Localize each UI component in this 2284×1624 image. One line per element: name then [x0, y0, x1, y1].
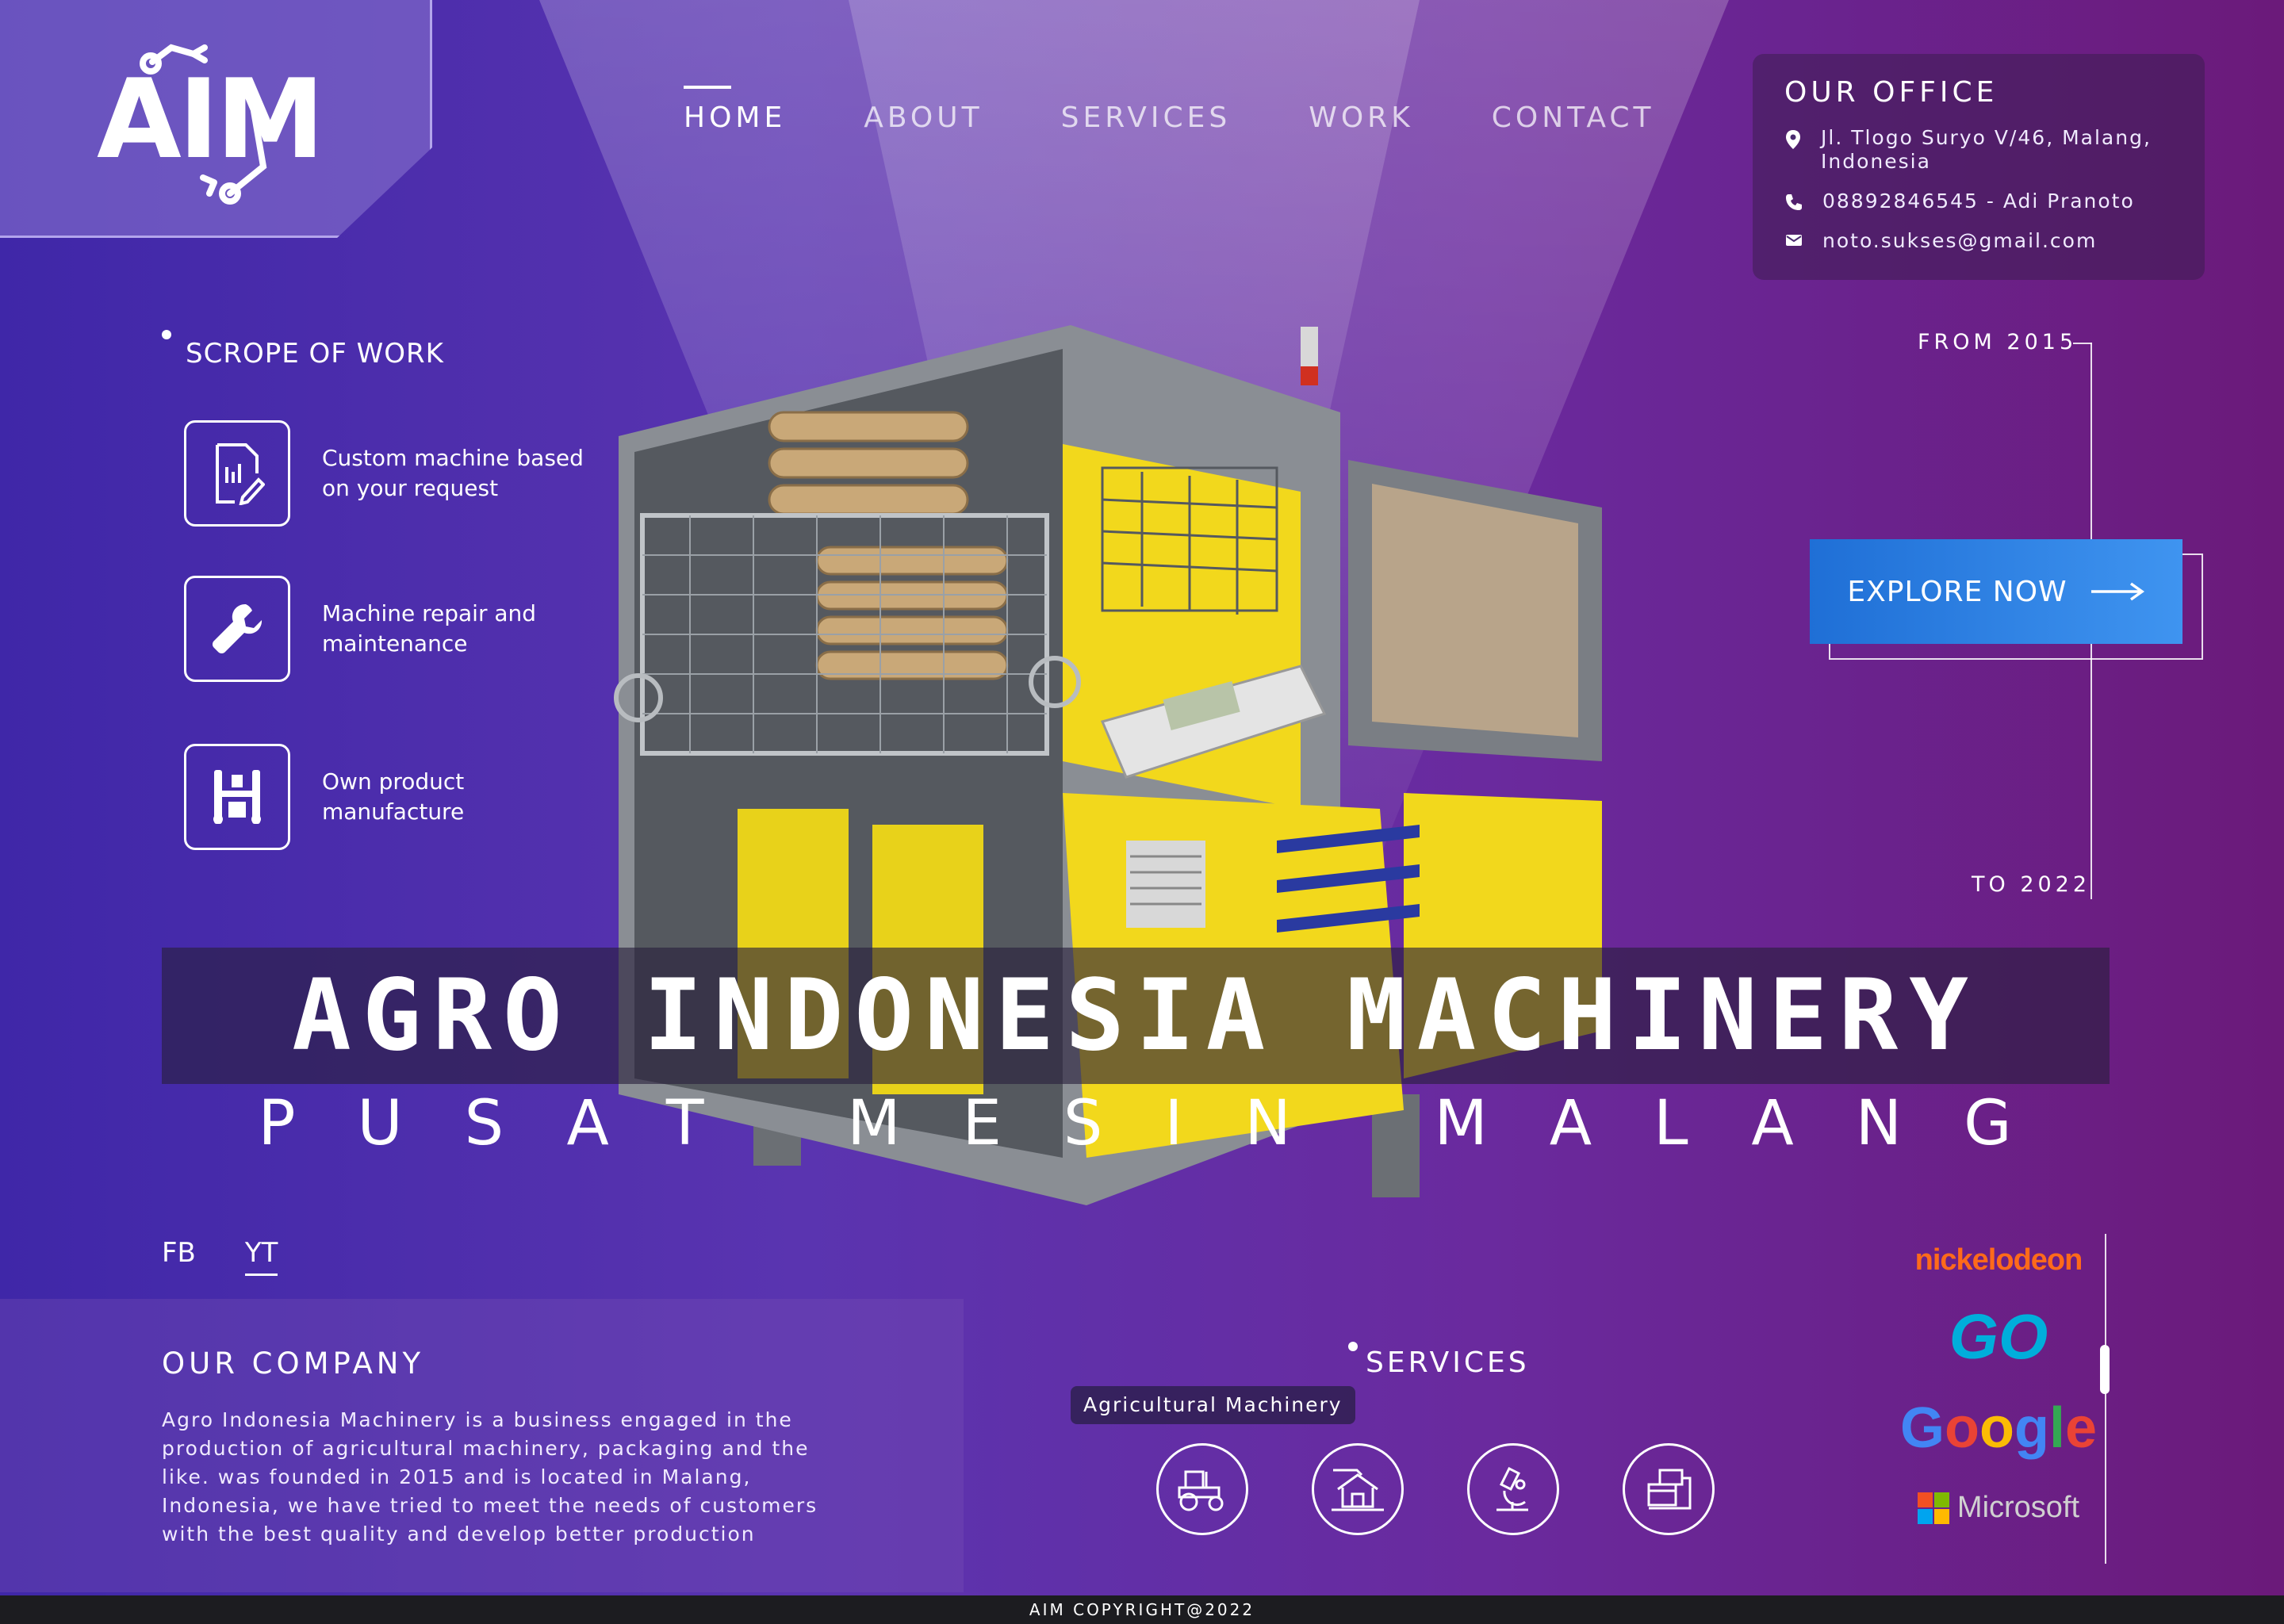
services-title: SERVICES	[1366, 1346, 1530, 1379]
office-phone-row: 08892846545 - Adi Pranoto	[1784, 190, 2173, 213]
microsoft-windows-icon	[1917, 1492, 1949, 1524]
hero-headline: AGRO INDONESIA MACHINERY	[292, 959, 1979, 1073]
office-address: Jl. Tlogo Suryo V/46, Malang, Indonesia	[1821, 126, 2152, 173]
company-description: Agro Indonesia Machinery is a business e…	[162, 1408, 818, 1545]
nav-about[interactable]: ABOUT	[864, 102, 983, 134]
nickelodeon-logo: nickelodeon	[1914, 1243, 2083, 1277]
partners-scroll-track	[2105, 1234, 2106, 1564]
nav-services[interactable]: SERVICES	[1061, 102, 1232, 134]
location-pin-icon	[1786, 130, 1800, 149]
main-nav: HOME ABOUT SERVICES WORK CONTACT	[684, 86, 1655, 134]
facebook-link[interactable]: FB	[162, 1237, 196, 1276]
logo-panel[interactable]: AIM	[0, 0, 432, 238]
microsoft-logo: Microsoft	[1887, 1491, 2110, 1525]
tractor-icon[interactable]	[1156, 1443, 1248, 1535]
services-tooltip: Agricultural Machinery	[1071, 1386, 1355, 1424]
logo-text: AIM	[97, 56, 324, 183]
office-email[interactable]: noto.sukses@gmail.com	[1822, 229, 2097, 253]
timeline-to: TO 2022	[1972, 872, 2091, 897]
office-title: OUR OFFICE	[1784, 76, 1998, 109]
factory-icon	[184, 744, 290, 850]
go-logo: GO	[1949, 1301, 2048, 1372]
social-links: FB YT	[162, 1237, 278, 1276]
scope-item-custom-machine[interactable]: Custom machine based on your request	[184, 420, 592, 527]
scope-item-manufacture[interactable]: Own product manufacture	[184, 744, 592, 850]
phone-icon	[1786, 194, 1802, 210]
scope-label: Own product manufacture	[322, 768, 465, 825]
page: AIM HOME ABOUT SERVICES WORK CONTACT OUR…	[0, 0, 2284, 1624]
company-title: OUR COMPANY	[162, 1346, 425, 1381]
microsoft-wordmark: Microsoft	[1956, 1491, 2080, 1524]
company-panel: OUR COMPANY Agro Indonesia Machinery is …	[0, 1299, 964, 1592]
hero-subline: PUSAT MESIN MALANG	[258, 1088, 2074, 1159]
explore-now-label: EXPLORE NOW	[1847, 575, 2067, 608]
office-email-row: noto.sukses@gmail.com	[1784, 229, 2173, 253]
nav-contact[interactable]: CONTACT	[1492, 102, 1655, 134]
document-edit-icon	[184, 420, 290, 527]
services-bullet	[1348, 1342, 1358, 1351]
scope-label: Machine repair and maintenance	[322, 600, 537, 657]
scope-item-repair[interactable]: Machine repair and maintenance	[184, 576, 592, 682]
house-building-icon[interactable]	[1312, 1443, 1404, 1535]
partners-scroll-thumb[interactable]	[2100, 1345, 2110, 1394]
services-icon-row	[1156, 1443, 1715, 1535]
explore-now-button[interactable]: EXPLORE NOW	[1810, 539, 2182, 644]
youtube-link[interactable]: YT	[244, 1237, 278, 1276]
scope-title: SCROPE OF WORK	[186, 338, 444, 370]
arrow-right-icon	[2090, 582, 2144, 601]
microscope-icon[interactable]	[1467, 1443, 1559, 1535]
timeline-tick	[2073, 343, 2092, 344]
office-card: OUR OFFICE Jl. Tlogo Suryo V/46, Malang,…	[1753, 54, 2205, 280]
timeline-from: FROM 2015	[1918, 330, 2078, 354]
footer-copyright: AIM COPYRIGHT@2022	[0, 1595, 2284, 1624]
wrench-icon	[184, 576, 290, 682]
nav-work[interactable]: WORK	[1309, 102, 1414, 134]
google-logo: Google	[1899, 1396, 2098, 1460]
office-phone[interactable]: 08892846545 - Adi Pranoto	[1822, 190, 2135, 213]
scope-bullet	[162, 330, 171, 339]
packaging-icon[interactable]	[1623, 1443, 1715, 1535]
nav-home[interactable]: HOME	[684, 86, 786, 134]
office-address-row: Jl. Tlogo Suryo V/46, Malang, Indonesia	[1784, 126, 2173, 174]
scope-label: Custom machine based on your request	[322, 445, 584, 501]
mail-icon	[1786, 235, 1802, 246]
